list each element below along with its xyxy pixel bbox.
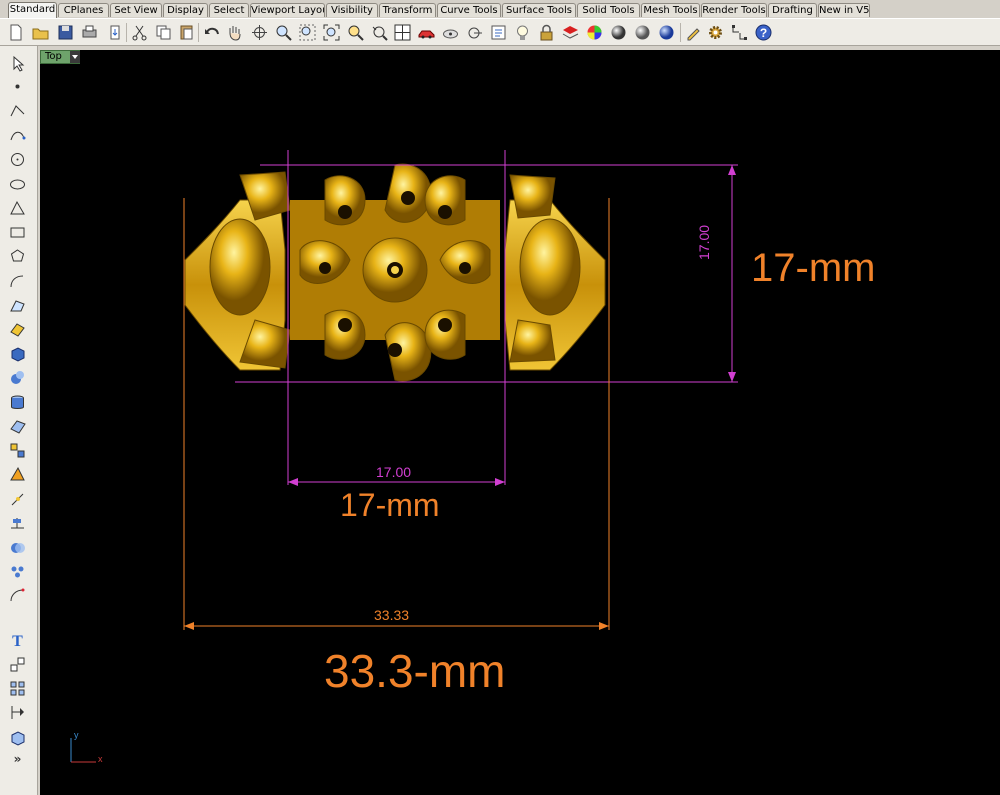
toolbar-tab-strip: Standard CPlanes Set View Display Select View…	[0, 0, 1000, 18]
ring-model[interactable]	[184, 163, 606, 382]
inner-dimension-label: 17-mm	[340, 487, 440, 516]
axis-x-label: x	[98, 754, 103, 764]
pan-hand-icon[interactable]	[225, 23, 244, 42]
rectangle-icon[interactable]	[8, 223, 27, 242]
zoom-window-icon[interactable]	[298, 23, 317, 42]
ellipse-icon[interactable]	[8, 175, 27, 194]
vertical-dimension-value: 17.00	[696, 224, 712, 260]
cut-icon[interactable]	[130, 23, 149, 42]
puzzle-tools-icon[interactable]	[8, 441, 27, 460]
left-toolbar: T»	[0, 46, 38, 795]
zoom-extents-icon[interactable]	[322, 23, 341, 42]
paste-icon[interactable]	[177, 23, 196, 42]
axis-y-label: y	[74, 730, 79, 740]
gear-icon[interactable]	[706, 23, 725, 42]
group-icon[interactable]	[8, 655, 27, 674]
rotate-view-icon[interactable]	[250, 23, 269, 42]
undo-icon[interactable]	[202, 23, 221, 42]
box-solid-icon[interactable]	[8, 344, 27, 363]
text-icon[interactable]: T	[8, 630, 27, 650]
svg-text:T: T	[12, 633, 23, 649]
mesh-plane-icon[interactable]	[8, 417, 27, 436]
polyline-icon[interactable]	[8, 101, 27, 120]
trim-icon[interactable]	[8, 490, 27, 509]
copy-icon[interactable]	[154, 23, 173, 42]
new-file-icon[interactable]	[6, 23, 25, 42]
polygon-icon[interactable]	[8, 247, 27, 266]
arc-tool-icon[interactable]	[8, 272, 27, 291]
tab-curve-tools[interactable]: Curve Tools	[437, 3, 501, 17]
pen-icon[interactable]	[684, 23, 703, 42]
surface-edge-icon[interactable]	[8, 296, 27, 315]
axis-indicator	[70, 738, 96, 763]
sphere-shade-icon[interactable]	[609, 23, 628, 42]
tab-render-tools[interactable]: Render Tools	[701, 3, 767, 17]
tab-solid-tools[interactable]: Solid Tools	[577, 3, 640, 17]
tab-new-in-v5[interactable]: New in V5	[818, 3, 870, 17]
sphere-solid-icon[interactable]	[8, 368, 27, 387]
print-icon[interactable]	[80, 23, 99, 42]
vertical-dimension-label: 17-mm	[751, 246, 876, 290]
block-icon[interactable]	[8, 728, 27, 747]
surface-icon[interactable]	[8, 320, 27, 339]
color-wheel-icon[interactable]	[585, 23, 604, 42]
tab-drafting[interactable]: Drafting	[768, 3, 817, 17]
blue-sphere-icon[interactable]	[657, 23, 676, 42]
open-folder-icon[interactable]	[31, 23, 50, 42]
zoom-dynamic-icon[interactable]	[274, 23, 293, 42]
curve-icon[interactable]	[8, 126, 27, 145]
light-icon[interactable]	[513, 23, 532, 42]
car-render-icon[interactable]	[417, 23, 436, 42]
cplane-icon[interactable]	[465, 23, 484, 42]
sphere-render-icon[interactable]	[633, 23, 652, 42]
point-icon[interactable]	[8, 77, 27, 96]
outer-dimension-value: 33.33	[374, 607, 410, 623]
snap-icon[interactable]	[441, 23, 460, 42]
inner-dimension-value: 17.00	[376, 464, 412, 480]
boolean-icon[interactable]	[8, 538, 27, 557]
four-viewports-icon[interactable]	[393, 23, 412, 42]
svg-text:?: ?	[760, 26, 767, 40]
tab-transform[interactable]: Transform	[379, 3, 436, 17]
tab-standard[interactable]: Standard	[8, 2, 57, 18]
save-icon[interactable]	[56, 23, 75, 42]
lock-icon[interactable]	[537, 23, 556, 42]
tab-select[interactable]: Select	[209, 3, 249, 17]
properties-icon[interactable]	[489, 23, 508, 42]
dimension-icon[interactable]	[8, 703, 27, 722]
viewport-title: Top	[45, 51, 62, 62]
blend-icon[interactable]	[8, 465, 27, 484]
grid-dots-icon[interactable]	[730, 23, 749, 42]
more-tools-icon[interactable]: »	[8, 749, 27, 768]
select-arrow-icon[interactable]	[8, 54, 27, 73]
circle-icon[interactable]	[8, 150, 27, 169]
array-icon[interactable]	[8, 679, 27, 698]
tab-visibility[interactable]: Visibility	[326, 3, 378, 17]
explode-icon[interactable]	[8, 562, 27, 581]
tab-viewport-layout[interactable]: Viewport Layout	[250, 3, 325, 17]
triangle-icon[interactable]	[8, 199, 27, 218]
viewport-menu-arrow-icon[interactable]	[70, 51, 80, 63]
svg-text:»: »	[14, 752, 22, 766]
tab-display[interactable]: Display	[163, 3, 208, 17]
undo-view-icon[interactable]	[370, 23, 389, 42]
fillet-icon[interactable]	[8, 586, 27, 605]
tab-cplanes[interactable]: CPlanes	[58, 3, 109, 17]
help-icon[interactable]: ?	[754, 23, 773, 42]
tab-surface-tools[interactable]: Surface Tools	[502, 3, 576, 17]
tab-mesh-tools[interactable]: Mesh Tools	[641, 3, 700, 17]
standard-toolbar: ?	[0, 18, 1000, 46]
import-icon[interactable]	[106, 23, 125, 42]
tab-set-view[interactable]: Set View	[110, 3, 162, 17]
split-icon[interactable]	[8, 514, 27, 533]
layer-icon[interactable]	[561, 23, 580, 42]
cylinder-icon[interactable]	[8, 393, 27, 412]
outer-dimension-label: 33.3-mm	[324, 645, 506, 697]
top-viewport[interactable]: 17.00 17-mm 17.00 17-mm 33.33 33.3-mm y …	[40, 50, 1000, 795]
zoom-selected-icon[interactable]	[346, 23, 365, 42]
